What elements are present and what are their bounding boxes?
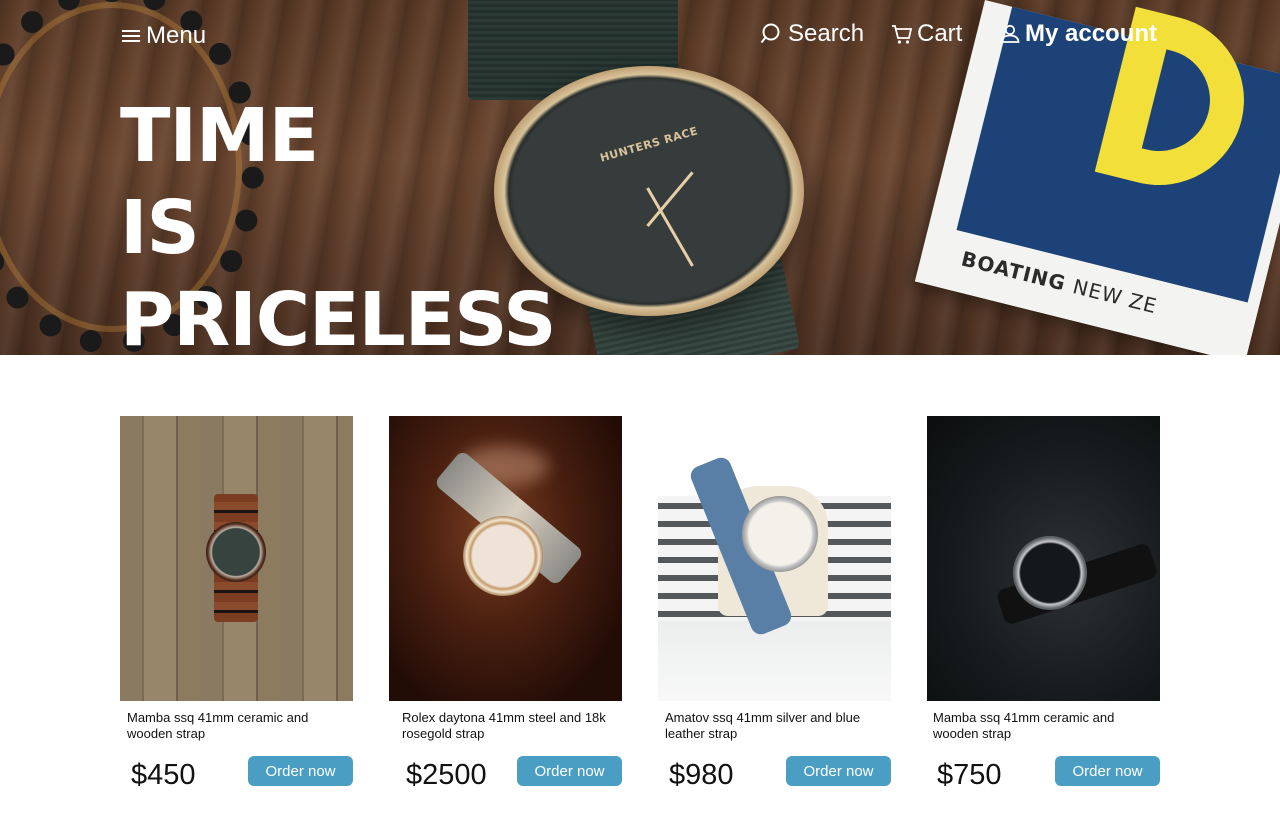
watch-face (463, 516, 543, 596)
search-icon (760, 22, 784, 46)
product-card: Amatov ssq 41mm silver and blue leather … (658, 416, 891, 791)
magazine-image: BOATING NEW ZE (914, 0, 1280, 355)
menu-label: Menu (146, 22, 207, 49)
cart-button[interactable]: Cart (891, 18, 962, 50)
product-price: $980 (669, 759, 734, 791)
window-sill (658, 621, 891, 701)
headline-line: IS (120, 185, 200, 271)
product-title: Mamba ssq 41mm ceramic and wooden strap (127, 710, 309, 741)
product-card: Mamba ssq 41mm ceramic and wooden strap … (927, 416, 1160, 791)
watch-face (1013, 536, 1087, 610)
menu-button[interactable]: Menu (122, 20, 206, 52)
hero-headline: TIME IS PRICELESS (120, 90, 557, 355)
product-image[interactable] (658, 416, 891, 701)
search-label: Search (788, 20, 865, 47)
product-price: $2500 (406, 759, 487, 791)
search-button[interactable]: Search (760, 18, 864, 50)
hamburger-menu-icon (122, 28, 142, 44)
order-now-button[interactable]: Order now (517, 756, 622, 786)
cart-label: Cart (917, 20, 963, 47)
watch-brand-label: HUNTERS RACE (598, 124, 700, 165)
order-now-button[interactable]: Order now (248, 756, 353, 786)
order-now-button[interactable]: Order now (786, 756, 891, 786)
product-image[interactable] (120, 416, 353, 701)
order-now-button[interactable]: Order now (1055, 756, 1160, 786)
product-image[interactable] (927, 416, 1160, 701)
user-icon (999, 23, 1021, 45)
product-price: $750 (937, 759, 1002, 791)
product-title: Rolex daytona 41mm steel and 18k rosegol… (402, 710, 606, 741)
hero-banner: HUNTERS RACE BOATING NEW ZE Menu Search … (0, 0, 1280, 355)
watch-face (742, 496, 818, 572)
product-price: $450 (131, 759, 196, 791)
product-title: Amatov ssq 41mm silver and blue leather … (665, 710, 861, 741)
product-image[interactable] (389, 416, 622, 701)
watch-face (206, 522, 266, 582)
cart-icon (891, 23, 913, 45)
magazine-spine-subtitle: NEW ZE (1070, 274, 1160, 319)
my-account-button[interactable]: My account (999, 18, 1157, 50)
product-title: Mamba ssq 41mm ceramic and wooden strap (933, 710, 1115, 741)
my-account-label: My account (1025, 20, 1158, 47)
product-card: Rolex daytona 41mm steel and 18k rosegol… (389, 416, 622, 791)
headline-line: PRICELESS (120, 277, 557, 355)
headline-line: TIME (120, 93, 319, 179)
product-card: Mamba ssq 41mm ceramic and wooden strap … (120, 416, 353, 791)
